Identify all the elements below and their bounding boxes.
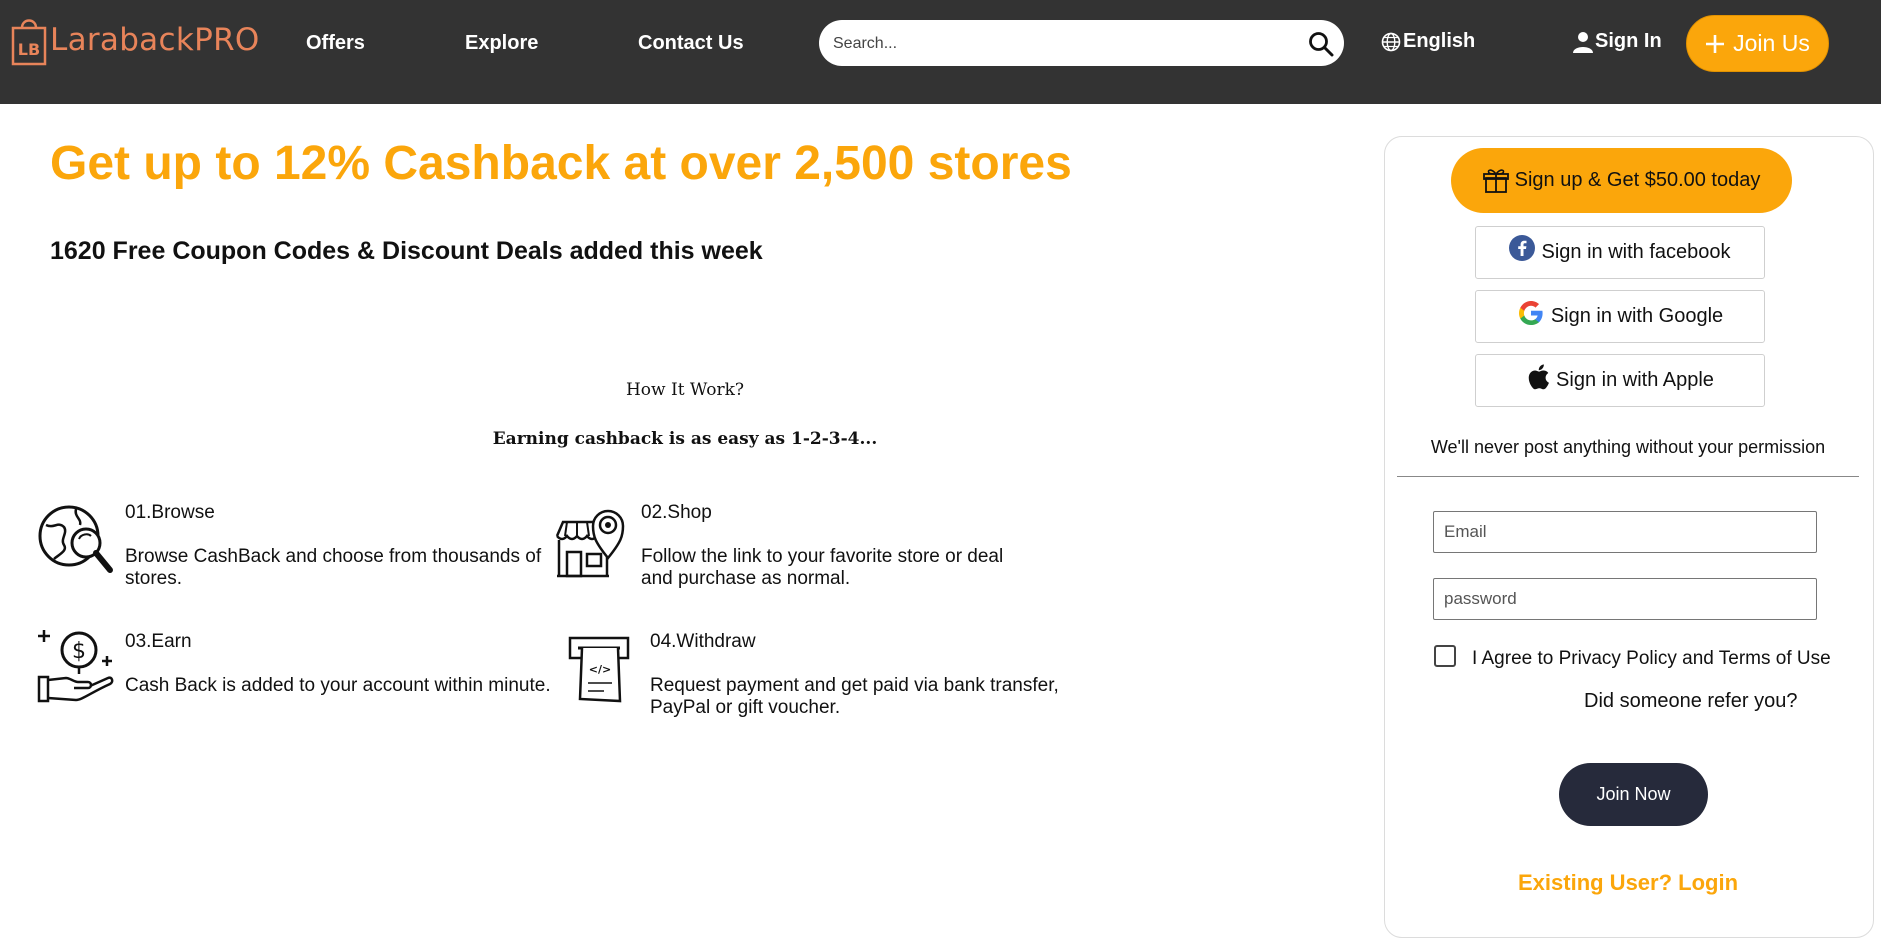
step-shop-title: 02.Shop — [641, 502, 712, 523]
hero-headline: Get up to 12% Cashback at over 2,500 sto… — [50, 137, 1072, 190]
store-location-icon — [555, 509, 625, 578]
facebook-signin-label: Sign in with facebook — [1541, 241, 1731, 263]
search-icon[interactable] — [1308, 31, 1334, 57]
logo[interactable]: LB LarabackPRO — [10, 14, 260, 66]
join-us-label: Join Us — [1733, 30, 1810, 56]
nav-offers[interactable]: Offers — [306, 32, 365, 55]
hand-coin-icon: $ — [37, 630, 114, 703]
panel-divider — [1397, 476, 1859, 477]
globe-search-icon — [38, 505, 113, 573]
top-navbar: LB LarabackPRO Offers Explore Contact Us… — [0, 0, 1881, 104]
shopping-bag-logo-icon: LB — [11, 19, 47, 66]
password-field[interactable] — [1433, 578, 1817, 620]
step-browse-desc: Browse CashBack and choose from thousand… — [125, 546, 542, 589]
hero-subheadline: 1620 Free Coupon Codes & Discount Deals … — [50, 237, 763, 265]
sign-in-label: Sign In — [1595, 30, 1662, 52]
step-browse-title: 01.Browse — [125, 502, 215, 523]
permission-note: We'll never post anything without your p… — [1430, 437, 1826, 457]
signup-promo-label: Sign up & Get $50.00 today — [1514, 169, 1761, 191]
referral-link[interactable]: Did someone refer you? — [1584, 690, 1797, 713]
step-shop-desc: Follow the link to your favorite store o… — [641, 546, 1004, 589]
google-icon — [1518, 300, 1543, 325]
google-signin-button[interactable]: Sign in with Google — [1475, 290, 1765, 343]
language-selector[interactable]: English — [1381, 30, 1475, 53]
signup-promo-button[interactable]: Sign up & Get $50.00 today — [1451, 148, 1792, 213]
apple-signin-button[interactable]: Sign in with Apple — [1475, 354, 1765, 407]
gift-icon — [1482, 168, 1509, 193]
search-input[interactable] — [831, 20, 1295, 68]
apple-icon — [1528, 363, 1549, 389]
existing-user-login-link[interactable]: Existing User? Login — [1518, 870, 1738, 896]
step-withdraw-desc: Request payment and get paid via bank tr… — [650, 675, 1059, 718]
agree-checkbox[interactable] — [1434, 645, 1456, 667]
user-icon — [1573, 31, 1593, 53]
agree-label[interactable]: I Agree to Privacy Policy and Terms of U… — [1472, 648, 1831, 670]
step-earn-title: 03.Earn — [125, 631, 192, 652]
logo-text: LarabackPRO — [50, 22, 260, 58]
email-field[interactable] — [1433, 511, 1817, 553]
search-bar — [819, 20, 1344, 68]
step-earn-desc: Cash Back is added to your account withi… — [125, 675, 551, 696]
facebook-signin-button[interactable]: Sign in with facebook — [1475, 226, 1765, 279]
svg-text:</>: </> — [589, 663, 611, 676]
join-now-label: Join Now — [1596, 784, 1671, 804]
language-label: English — [1403, 30, 1476, 52]
join-now-button[interactable]: Join Now — [1559, 763, 1708, 826]
plus-icon — [1706, 34, 1725, 53]
nav-contact-us[interactable]: Contact Us — [638, 32, 744, 55]
sign-in-link[interactable]: Sign In — [1573, 30, 1662, 53]
google-signin-label: Sign in with Google — [1550, 305, 1724, 327]
apple-signin-label: Sign in with Apple — [1556, 369, 1714, 391]
globe-icon — [1381, 32, 1401, 51]
step-withdraw-title: 04.Withdraw — [650, 631, 756, 652]
svg-text:$: $ — [72, 639, 86, 664]
nav-explore[interactable]: Explore — [465, 32, 538, 55]
join-us-button[interactable]: Join Us — [1686, 15, 1829, 72]
facebook-icon — [1509, 234, 1536, 261]
svg-text:LB: LB — [18, 40, 40, 59]
cash-withdraw-icon: </> — [568, 636, 630, 703]
how-it-works-title: How It Work? — [625, 380, 745, 400]
how-it-works-subtitle: Earning cashback is as easy as 1-2-3-4..… — [492, 429, 878, 449]
